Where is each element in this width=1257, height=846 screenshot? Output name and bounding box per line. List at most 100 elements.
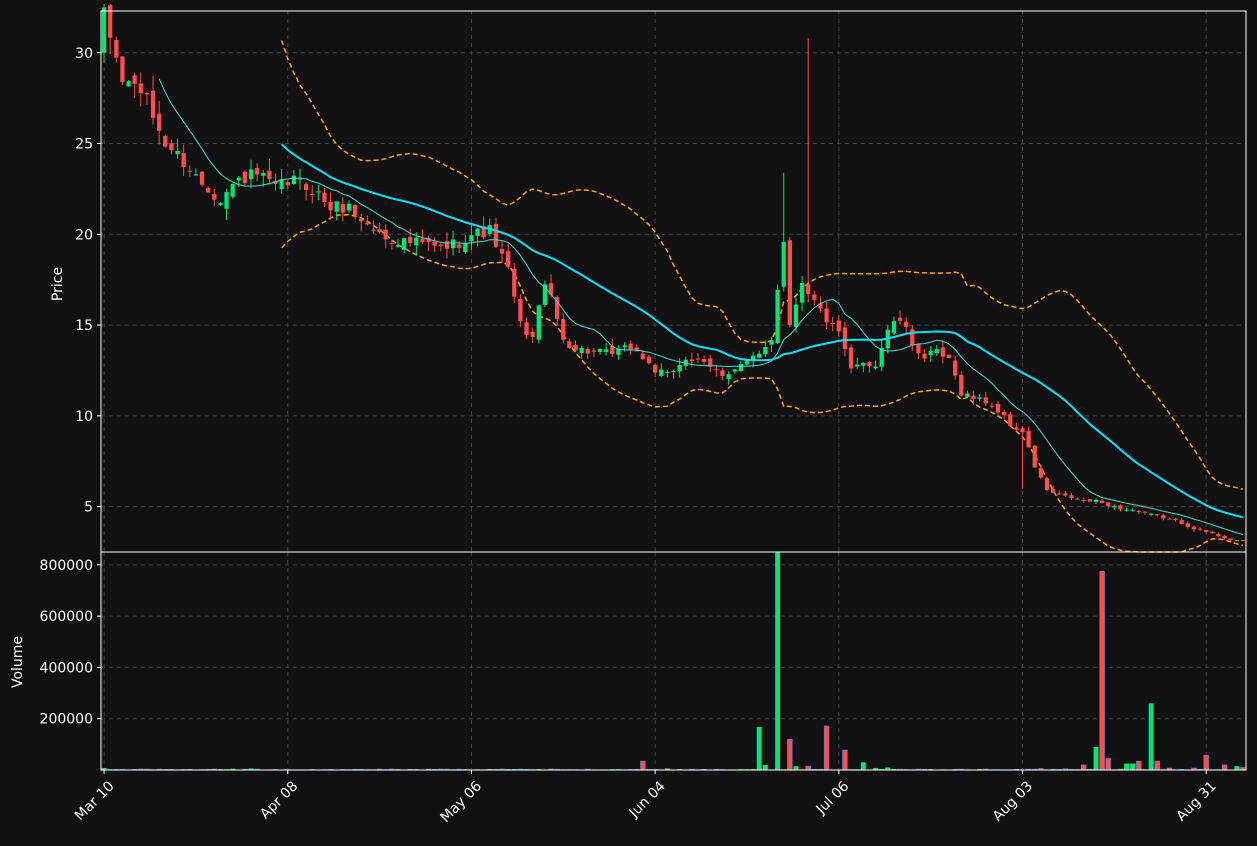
candle [199,171,205,187]
volume-bar [1081,764,1087,771]
candle-body [506,251,511,267]
volume-bar [1234,766,1240,770]
candle [163,134,168,148]
candle-body [261,173,266,176]
candle-body [940,347,946,357]
candle-body [861,362,866,366]
volume-bar [860,762,866,770]
candle-body [1001,411,1007,416]
candle-body [830,322,835,324]
candle-body [1234,540,1239,542]
candle-body [1081,500,1086,502]
candle-body [236,177,241,181]
candle-body [824,308,829,323]
candle-body [438,244,443,246]
candle-body [1075,498,1080,500]
candle-body [652,364,658,373]
candle-body [187,170,192,172]
candle-body [640,353,646,360]
candle-body [1112,505,1117,508]
candle-body [114,39,119,58]
candle-body [1228,538,1233,540]
candle-body [983,397,988,404]
candle-body [303,184,309,191]
price-tick-label: 30 [75,46,93,62]
candle-body [328,201,333,211]
candle-body [365,222,370,225]
candle-body [340,204,346,213]
candle-body [248,169,254,180]
candle [959,371,964,397]
candle-body [585,348,590,354]
candle-body [836,320,841,332]
volume-tick-label: 600000 [40,609,93,625]
candle-body [701,359,707,362]
volume-bar [1124,763,1130,770]
candle-body [677,364,682,372]
volume-bar [1154,760,1160,771]
candle-body [989,405,995,407]
volume-bar [842,749,848,771]
candle-body [1185,523,1190,527]
candle-body [1106,502,1111,507]
candle-body [1093,499,1099,502]
volume-bar [793,766,799,770]
candle-body [555,297,560,319]
candle-body [383,229,388,240]
volume-bar [1093,746,1099,770]
candle-body [561,319,566,340]
candle-body [206,187,211,193]
candle-body [316,191,321,193]
candle-body [855,364,860,367]
candle-body [395,245,401,247]
candle-body [916,343,921,354]
candle-body [1167,518,1172,520]
candle-body [334,201,339,212]
candle-body [910,329,915,346]
candle-body [897,317,903,321]
candle-body [604,349,609,353]
candle-body [518,298,523,322]
candle-body [310,193,315,195]
candle-body [493,223,499,247]
candle-body [732,369,737,372]
candle-body [512,268,517,297]
volume-bar [1099,570,1105,771]
volume-bar [1136,760,1142,771]
candle-body [1087,499,1093,502]
candle-body [352,204,358,216]
candle [1044,476,1050,492]
candle [542,280,548,308]
candle-body [346,203,352,211]
candle-body [169,143,174,151]
candle-body [799,282,805,303]
candle-body [1148,513,1154,515]
candle-body [1240,539,1246,541]
candle-body [120,56,125,83]
candle-body [1038,468,1044,478]
candle-body [922,353,927,359]
candle-body [628,343,633,350]
candle-body [842,327,848,350]
candle-body [1063,493,1068,496]
candle [1032,445,1037,468]
candle-body [285,181,290,186]
candle-body [1222,535,1227,539]
candle-body [891,321,897,334]
volume-tick-label: 200000 [40,712,93,728]
candle-body [1155,514,1160,516]
candle-body [1044,478,1050,490]
candle-body [1142,511,1148,513]
candle-body [659,369,664,376]
candle-body [230,183,235,197]
candle-body [757,353,762,358]
candle-body [579,347,584,354]
candle-body [787,240,792,325]
candle-body [622,345,627,348]
candle-body [769,340,774,345]
candle-body [101,7,107,53]
candle-body [848,347,854,369]
candle-body [671,371,676,373]
candle-body [793,304,799,328]
volume-axis-label: Volume [10,636,26,688]
